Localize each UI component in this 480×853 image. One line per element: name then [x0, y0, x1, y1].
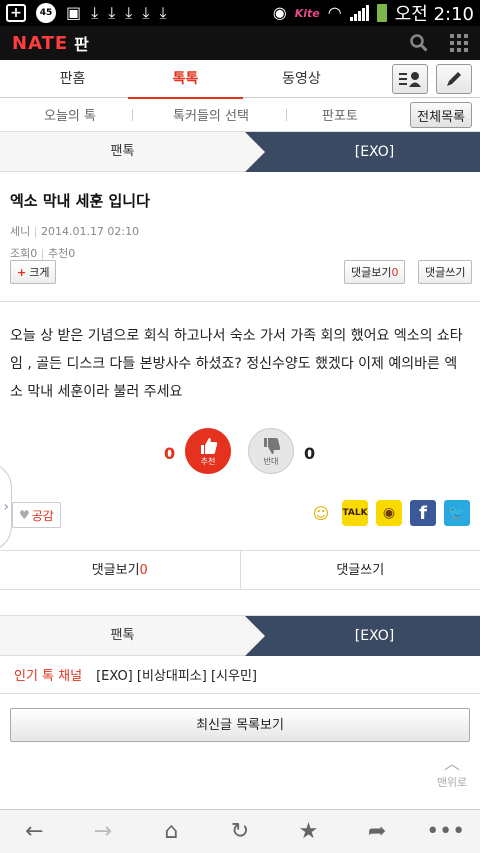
subtab-today[interactable]: 오늘의 톡 — [30, 105, 110, 124]
write-comment-label: 댓글쓰기 — [425, 266, 466, 279]
download-icon: ⤓ — [142, 3, 150, 22]
article-header: 엑소 막내 세훈 입니다 세니 | 2014.01.17 02:10 조회0 |… — [0, 172, 480, 302]
empathy-button[interactable]: ♥ 공감 — [12, 502, 61, 528]
notification-badge: 45 — [36, 3, 56, 23]
battery-icon — [376, 4, 387, 22]
status-bar: + 45 ▣ ⤓ ⤓ ⤓ ⤓ ⤓ ◉ Kite ◠ 오전 2:10 — [0, 0, 480, 26]
recommend-label: 추천 — [47, 247, 69, 260]
more-icon[interactable]: ••• — [421, 819, 471, 844]
add-icon: + — [6, 4, 26, 22]
nate-logo[interactable]: NATE — [12, 33, 68, 54]
wifi-icon: ◠ — [327, 3, 342, 22]
image-icon: ▣ — [66, 3, 82, 22]
enlarge-text-button[interactable]: + 크게 — [10, 260, 57, 284]
back-icon[interactable]: ← — [9, 819, 59, 844]
recommend-count: 0 — [68, 247, 76, 260]
me2day-icon[interactable]: ☺ — [308, 500, 334, 526]
upvote-count: 0 — [164, 444, 176, 463]
search-icon[interactable] — [410, 34, 428, 52]
kakaostory-icon[interactable]: ◉ — [376, 500, 402, 526]
thumbs-down-icon — [264, 437, 281, 454]
breadcrumb-bottom-channel[interactable]: [EXO] — [245, 616, 480, 656]
write-button[interactable] — [436, 64, 472, 94]
article-body: 오늘 상 받은 기념으로 회식 하고나서 숙소 가서 가족 회의 했어요 엑소의… — [10, 328, 463, 400]
home-icon[interactable]: ⌂ — [146, 819, 196, 844]
popular-channels: 인기 톡 채널 [EXO] [비상대피소] [시우민] — [0, 656, 480, 694]
clock: 오전 2:10 — [394, 4, 474, 25]
section-title[interactable]: 판 — [74, 31, 89, 55]
kakaotalk-icon[interactable]: TALK — [342, 500, 368, 526]
latest-list-button[interactable]: 최신글 목록보기 — [10, 708, 470, 742]
post-date: 2014.01.17 02:10 — [40, 225, 140, 238]
scroll-top-button[interactable]: ︿ 맨위로 — [434, 750, 470, 790]
view-comments-label: 댓글보기 — [351, 266, 392, 279]
breadcrumb-channel[interactable]: [EXO] — [245, 132, 480, 172]
enlarge-label: 크게 — [29, 266, 50, 279]
download-icon: ⤓ — [108, 3, 116, 22]
tab-pan-home[interactable]: 판홈 — [15, 60, 130, 98]
upvote-label: 추천 — [200, 456, 216, 466]
views-count: 0 — [30, 247, 38, 260]
all-list-button[interactable]: 전체목록 — [410, 102, 472, 128]
author: 세니 — [10, 225, 31, 238]
bookmark-star-icon[interactable]: ★ — [284, 819, 334, 844]
write-comment-button[interactable]: 댓글쓰기 — [418, 260, 473, 284]
view-comments-button[interactable]: 댓글보기 0 — [344, 260, 406, 284]
app-header: NATE 판 — [0, 26, 480, 60]
downvote-button[interactable]: 반대 — [248, 428, 294, 474]
breadcrumb: 팬톡 [EXO] — [0, 132, 480, 172]
popular-label: 인기 톡 채널 — [14, 669, 83, 684]
plus-icon: + — [17, 265, 27, 279]
vote-section: 0 추천 반대 0 — [0, 422, 480, 502]
share-row: ♥ 공감 ☺ TALK ◉ f 🐦 — [0, 500, 480, 550]
download-icon: ⤓ — [159, 3, 167, 22]
heart-icon: ♥ — [19, 508, 30, 522]
breadcrumb-bottom-category[interactable]: 팬톡 — [0, 616, 245, 655]
tab-toktok[interactable]: 톡톡 — [128, 60, 243, 99]
view-comments-bottom-label: 댓글보기 — [91, 563, 140, 578]
comment-actions: 댓글보기0 댓글쓰기 — [0, 550, 480, 590]
share-icon[interactable]: ➦ — [352, 819, 402, 844]
popular-channel-links[interactable]: [EXO] [비상대피소] [시우민] — [96, 665, 257, 684]
divider — [286, 109, 287, 121]
article-stats: 조회0 | 추천0 — [10, 247, 76, 260]
write-comment-bottom-button[interactable]: 댓글쓰기 — [241, 551, 480, 589]
carrier-label: Kite — [294, 6, 320, 20]
breadcrumb-category[interactable]: 팬톡 — [0, 132, 245, 171]
forward-icon[interactable]: → — [78, 819, 128, 844]
article-title: 엑소 막내 세훈 입니다 — [10, 192, 150, 210]
refresh-icon[interactable]: ↻ — [215, 819, 265, 844]
views-label: 조회 — [10, 247, 31, 260]
spacer — [0, 590, 480, 616]
scroll-top-label: 맨위로 — [436, 776, 468, 789]
breadcrumb-bottom: 팬톡 [EXO] — [0, 616, 480, 656]
upvote-button[interactable]: 추천 — [185, 428, 231, 474]
view-comments-bottom-button[interactable]: 댓글보기0 — [0, 551, 241, 589]
divider — [132, 109, 133, 121]
my-page-button[interactable] — [392, 64, 428, 94]
eye-icon: ◉ — [272, 3, 287, 22]
comments-bottom-count: 0 — [139, 563, 148, 578]
downvote-count: 0 — [304, 444, 316, 463]
downvote-label: 반대 — [263, 456, 279, 466]
subtab-tokker-choice[interactable]: 톡커들의 선택 — [156, 105, 266, 124]
comments-count: 0 — [391, 265, 399, 279]
article-meta: 세니 | 2014.01.17 02:10 — [10, 225, 140, 238]
facebook-icon[interactable]: f — [410, 500, 436, 526]
download-icon: ⤓ — [125, 3, 133, 22]
chevron-right-icon: › — [3, 499, 9, 515]
download-icon: ⤓ — [91, 3, 99, 22]
thumbs-up-icon — [201, 437, 218, 454]
twitter-icon[interactable]: 🐦 — [444, 500, 470, 526]
subtab-photo[interactable]: 판포토 — [310, 105, 370, 124]
chevron-up-icon: ︿ — [443, 754, 460, 773]
signal-icon — [349, 5, 369, 21]
sub-tabs: 오늘의 톡 톡커들의 선택 판포토 전체목록 — [0, 98, 480, 132]
main-tabs: 판홈 톡톡 동영상 — [0, 60, 480, 99]
empathy-label: 공감 — [31, 508, 54, 523]
browser-toolbar: ← → ⌂ ↻ ★ ➦ ••• — [0, 809, 480, 853]
tab-video[interactable]: 동영상 — [244, 60, 359, 98]
menu-grid-icon[interactable] — [450, 34, 468, 52]
share-icons: ☺ TALK ◉ f 🐦 — [308, 500, 470, 526]
